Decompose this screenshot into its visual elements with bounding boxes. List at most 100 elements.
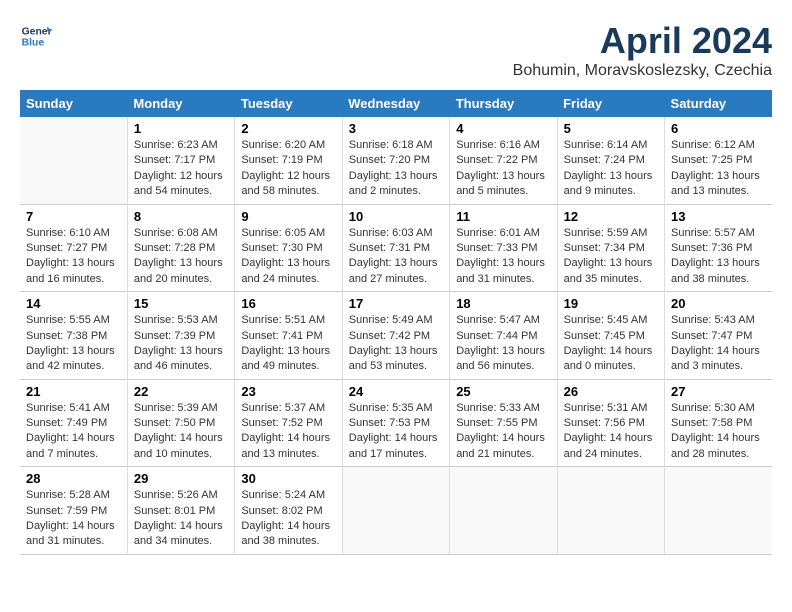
calendar-cell: 13 Sunrise: 5:57 AM Sunset: 7:36 PM Dayli… (665, 204, 772, 292)
calendar-cell: 12Sunrise: 5:59 AM Sunset: 7:34 PM Dayli… (557, 204, 664, 292)
day-number: 7 (26, 209, 121, 224)
column-header-friday: Friday (557, 90, 664, 117)
column-header-monday: Monday (127, 90, 234, 117)
calendar-cell: 21 Sunrise: 5:41 AM Sunset: 7:49 PM Dayli… (20, 379, 127, 467)
day-number: 4 (456, 121, 550, 136)
day-info: Sunrise: 6:20 AM Sunset: 7:19 PM Dayligh… (241, 138, 335, 200)
day-info: Sunrise: 5:55 AM Sunset: 7:38 PM Dayligh… (26, 313, 121, 375)
day-info: Sunrise: 6:05 AM Sunset: 7:30 PM Dayligh… (241, 226, 335, 288)
day-number: 13 (671, 209, 766, 224)
day-number: 15 (134, 296, 228, 311)
day-number: 25 (456, 384, 550, 399)
day-info: Sunrise: 5:57 AM Sunset: 7:36 PM Dayligh… (671, 226, 766, 288)
month-title: April 2024 (513, 20, 772, 62)
calendar-cell: 22Sunrise: 5:39 AM Sunset: 7:50 PM Dayli… (127, 379, 234, 467)
calendar-cell: 26 Sunrise: 5:31 AM Sunset: 7:56 PM Dayli… (557, 379, 664, 467)
column-header-wednesday: Wednesday (342, 90, 449, 117)
calendar-cell: 19 Sunrise: 5:45 AM Sunset: 7:45 PM Dayli… (557, 292, 664, 380)
calendar-cell: 9 Sunrise: 6:05 AM Sunset: 7:30 PM Daylig… (235, 204, 342, 292)
logo: General Blue (20, 20, 52, 52)
calendar-table: SundayMondayTuesdayWednesdayThursdayFrid… (20, 90, 772, 555)
day-info: Sunrise: 5:35 AM Sunset: 7:53 PM Dayligh… (349, 401, 443, 463)
calendar-cell: 17 Sunrise: 5:49 AM Sunset: 7:42 PM Dayli… (342, 292, 449, 380)
day-number: 19 (564, 296, 658, 311)
calendar-cell: 1 Sunrise: 6:23 AM Sunset: 7:17 PM Daylig… (127, 117, 234, 204)
calendar-cell: 4 Sunrise: 6:16 AM Sunset: 7:22 PM Daylig… (450, 117, 557, 204)
week-row-4: 21 Sunrise: 5:41 AM Sunset: 7:49 PM Dayli… (20, 379, 772, 467)
calendar-cell: 2 Sunrise: 6:20 AM Sunset: 7:19 PM Daylig… (235, 117, 342, 204)
day-info: Sunrise: 5:33 AM Sunset: 7:55 PM Dayligh… (456, 401, 550, 463)
day-info: Sunrise: 5:43 AM Sunset: 7:47 PM Dayligh… (671, 313, 766, 375)
calendar-cell: 27Sunrise: 5:30 AM Sunset: 7:58 PM Dayli… (665, 379, 772, 467)
calendar-cell (342, 467, 449, 555)
day-info: Sunrise: 5:26 AM Sunset: 8:01 PM Dayligh… (134, 488, 228, 550)
calendar-cell: 18 Sunrise: 5:47 AM Sunset: 7:44 PM Dayli… (450, 292, 557, 380)
calendar-cell: 10 Sunrise: 6:03 AM Sunset: 7:31 PM Dayli… (342, 204, 449, 292)
calendar-cell (557, 467, 664, 555)
day-info: Sunrise: 5:37 AM Sunset: 7:52 PM Dayligh… (241, 401, 335, 463)
day-info: Sunrise: 6:08 AM Sunset: 7:28 PM Dayligh… (134, 226, 228, 288)
day-info: Sunrise: 5:51 AM Sunset: 7:41 PM Dayligh… (241, 313, 335, 375)
title-area: April 2024 Bohumin, Moravskoslezsky, Cze… (513, 20, 772, 80)
calendar-cell: 5Sunrise: 6:14 AM Sunset: 7:24 PM Daylig… (557, 117, 664, 204)
calendar-cell: 30 Sunrise: 5:24 AM Sunset: 8:02 PM Dayli… (235, 467, 342, 555)
calendar-cell: 15Sunrise: 5:53 AM Sunset: 7:39 PM Dayli… (127, 292, 234, 380)
day-number: 1 (134, 121, 228, 136)
logo-icon: General Blue (20, 20, 52, 52)
day-info: Sunrise: 6:18 AM Sunset: 7:20 PM Dayligh… (349, 138, 443, 200)
day-number: 26 (564, 384, 658, 399)
day-number: 2 (241, 121, 335, 136)
day-number: 6 (671, 121, 766, 136)
calendar-cell (20, 117, 127, 204)
calendar-cell: 6 Sunrise: 6:12 AM Sunset: 7:25 PM Daylig… (665, 117, 772, 204)
day-number: 24 (349, 384, 443, 399)
day-info: Sunrise: 6:01 AM Sunset: 7:33 PM Dayligh… (456, 226, 550, 288)
day-number: 9 (241, 209, 335, 224)
calendar-cell: 7Sunrise: 6:10 AM Sunset: 7:27 PM Daylig… (20, 204, 127, 292)
svg-text:Blue: Blue (22, 38, 45, 49)
calendar-cell: 11 Sunrise: 6:01 AM Sunset: 7:33 PM Dayli… (450, 204, 557, 292)
day-number: 3 (349, 121, 443, 136)
column-header-sunday: Sunday (20, 90, 127, 117)
day-number: 28 (26, 471, 121, 486)
day-number: 8 (134, 209, 228, 224)
day-number: 11 (456, 209, 550, 224)
day-info: Sunrise: 5:28 AM Sunset: 7:59 PM Dayligh… (26, 488, 121, 550)
calendar-cell: 24 Sunrise: 5:35 AM Sunset: 7:53 PM Dayli… (342, 379, 449, 467)
week-row-1: 1 Sunrise: 6:23 AM Sunset: 7:17 PM Daylig… (20, 117, 772, 204)
day-number: 30 (241, 471, 335, 486)
week-row-2: 7Sunrise: 6:10 AM Sunset: 7:27 PM Daylig… (20, 204, 772, 292)
day-number: 17 (349, 296, 443, 311)
calendar-cell: 14 Sunrise: 5:55 AM Sunset: 7:38 PM Dayli… (20, 292, 127, 380)
day-number: 14 (26, 296, 121, 311)
day-info: Sunrise: 5:49 AM Sunset: 7:42 PM Dayligh… (349, 313, 443, 375)
calendar-cell: 8 Sunrise: 6:08 AM Sunset: 7:28 PM Daylig… (127, 204, 234, 292)
calendar-cell: 23 Sunrise: 5:37 AM Sunset: 7:52 PM Dayli… (235, 379, 342, 467)
day-info: Sunrise: 6:12 AM Sunset: 7:25 PM Dayligh… (671, 138, 766, 200)
calendar-cell: 3 Sunrise: 6:18 AM Sunset: 7:20 PM Daylig… (342, 117, 449, 204)
calendar-cell: 29Sunrise: 5:26 AM Sunset: 8:01 PM Dayli… (127, 467, 234, 555)
day-number: 20 (671, 296, 766, 311)
calendar-cell: 16 Sunrise: 5:51 AM Sunset: 7:41 PM Dayli… (235, 292, 342, 380)
day-info: Sunrise: 6:16 AM Sunset: 7:22 PM Dayligh… (456, 138, 550, 200)
location-subtitle: Bohumin, Moravskoslezsky, Czechia (513, 62, 772, 80)
day-info: Sunrise: 5:41 AM Sunset: 7:49 PM Dayligh… (26, 401, 121, 463)
day-number: 16 (241, 296, 335, 311)
week-row-3: 14 Sunrise: 5:55 AM Sunset: 7:38 PM Dayli… (20, 292, 772, 380)
day-info: Sunrise: 5:45 AM Sunset: 7:45 PM Dayligh… (564, 313, 658, 375)
day-info: Sunrise: 5:24 AM Sunset: 8:02 PM Dayligh… (241, 488, 335, 550)
day-info: Sunrise: 5:31 AM Sunset: 7:56 PM Dayligh… (564, 401, 658, 463)
calendar-cell: 28 Sunrise: 5:28 AM Sunset: 7:59 PM Dayli… (20, 467, 127, 555)
day-number: 21 (26, 384, 121, 399)
calendar-cell: 20 Sunrise: 5:43 AM Sunset: 7:47 PM Dayli… (665, 292, 772, 380)
day-number: 5 (564, 121, 658, 136)
day-info: Sunrise: 5:59 AM Sunset: 7:34 PM Dayligh… (564, 226, 658, 288)
day-info: Sunrise: 5:47 AM Sunset: 7:44 PM Dayligh… (456, 313, 550, 375)
day-number: 10 (349, 209, 443, 224)
day-info: Sunrise: 6:03 AM Sunset: 7:31 PM Dayligh… (349, 226, 443, 288)
calendar-cell (450, 467, 557, 555)
calendar-cell: 25 Sunrise: 5:33 AM Sunset: 7:55 PM Dayli… (450, 379, 557, 467)
day-info: Sunrise: 6:23 AM Sunset: 7:17 PM Dayligh… (134, 138, 228, 200)
day-number: 23 (241, 384, 335, 399)
day-number: 18 (456, 296, 550, 311)
